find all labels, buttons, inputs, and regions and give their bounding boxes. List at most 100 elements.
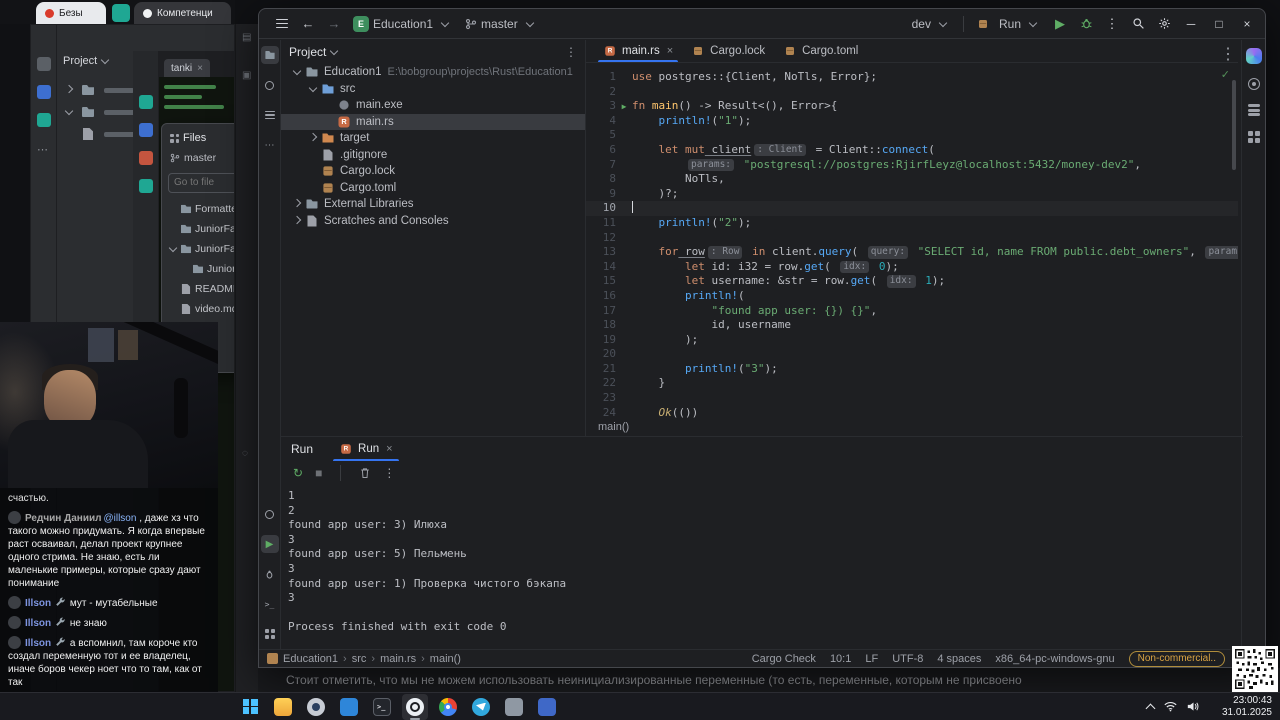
code-line[interactable]: 3 ▶ fn main() -> Result<(), Error>{ bbox=[586, 99, 1238, 114]
forward-button[interactable]: → bbox=[321, 13, 347, 35]
console-output[interactable]: 1 2 found app user: 3) Илюха 3 found app use… bbox=[281, 489, 1241, 651]
database-tool-icon[interactable] bbox=[1247, 104, 1260, 117]
code-line[interactable]: 16 println!( bbox=[586, 289, 1238, 304]
status-item[interactable]: 10:1 bbox=[830, 653, 851, 665]
maximize-button[interactable]: □ bbox=[1205, 11, 1233, 37]
volume-icon[interactable] bbox=[1187, 701, 1200, 712]
project-selector[interactable]: E Education1 bbox=[347, 13, 459, 35]
minimize-button[interactable]: ─ bbox=[1177, 11, 1205, 37]
code-line[interactable]: 7 params: "postgresql://postgres:RjirfLe… bbox=[586, 158, 1238, 173]
code-line[interactable]: 12 bbox=[586, 231, 1238, 246]
trash-icon[interactable] bbox=[359, 467, 371, 479]
chevron-right-icon[interactable] bbox=[308, 133, 318, 142]
start-icon[interactable] bbox=[237, 694, 263, 720]
terminal-icon[interactable] bbox=[369, 694, 395, 720]
services-tool-icon[interactable] bbox=[261, 625, 279, 643]
teal-tool-icon[interactable] bbox=[139, 179, 153, 193]
code-line[interactable]: 24 Ok(()) bbox=[586, 406, 1238, 419]
teal-app-icon[interactable] bbox=[112, 4, 130, 22]
grid-icon[interactable] bbox=[37, 57, 51, 71]
vcs-branch-selector[interactable]: master bbox=[459, 13, 544, 35]
status-item[interactable]: UTF-8 bbox=[892, 653, 923, 665]
notifications-icon[interactable] bbox=[1247, 78, 1260, 90]
tree-item[interactable]: Education1 E:\bobgroup\projects\Rust\Edu… bbox=[281, 64, 585, 81]
notepad-icon[interactable] bbox=[501, 694, 527, 720]
circle-icon[interactable]: ◌ bbox=[242, 448, 248, 459]
code-line[interactable]: 17 "found app user: {}) {}", bbox=[586, 304, 1238, 319]
run-tool-icon[interactable]: ▶ bbox=[260, 535, 279, 553]
browser-tab-2[interactable]: Компетенци bbox=[134, 2, 231, 24]
code-line[interactable]: 20 bbox=[586, 347, 1238, 362]
tray-chevron-icon[interactable] bbox=[1145, 703, 1156, 714]
breadcrumb-item[interactable]: Education1 bbox=[283, 653, 338, 665]
chrome-icon[interactable] bbox=[435, 694, 461, 720]
code-line[interactable]: 1 use postgres::{Client, NoTls, Error}; bbox=[586, 70, 1238, 85]
code-line[interactable]: 10 bbox=[586, 201, 1238, 216]
code-line[interactable]: 21 println!("3"); bbox=[586, 362, 1238, 377]
chevron-right-icon[interactable] bbox=[292, 215, 302, 224]
tree-item[interactable]: src bbox=[281, 81, 585, 98]
bg-editor-tab[interactable]: tanki × bbox=[164, 59, 210, 77]
explorer-icon[interactable] bbox=[270, 694, 296, 720]
project-tool-icon[interactable] bbox=[260, 46, 279, 64]
code-line[interactable]: 8 NoTls, bbox=[586, 172, 1238, 187]
code-line[interactable]: 13 for row: Row in client.query( query: … bbox=[586, 245, 1238, 260]
files-popup-item[interactable]: Formatter bbox=[168, 199, 234, 219]
more-icon[interactable]: ⋮ bbox=[383, 466, 395, 480]
close-icon[interactable]: × bbox=[197, 63, 203, 74]
teal-tool-icon[interactable] bbox=[37, 113, 51, 127]
run-tab[interactable]: Run × bbox=[331, 437, 401, 461]
folder-icon[interactable]: ▣ bbox=[242, 70, 251, 81]
tree-item[interactable]: .gitignore bbox=[281, 147, 585, 164]
wifi-icon[interactable] bbox=[1164, 701, 1177, 712]
structure-tool-icon[interactable] bbox=[261, 106, 279, 124]
tree-item[interactable]: External Libraries bbox=[281, 196, 585, 213]
run-button[interactable]: ▶ bbox=[1047, 13, 1073, 35]
bg-tree-row[interactable] bbox=[61, 105, 144, 119]
code-line[interactable]: 11 println!("2"); bbox=[586, 216, 1238, 231]
breadcrumb-item[interactable]: main() bbox=[430, 653, 461, 665]
back-button[interactable]: ← bbox=[295, 13, 321, 35]
tree-item[interactable]: Scratches and Consoles bbox=[281, 213, 585, 230]
stop-icon[interactable]: ■ bbox=[315, 466, 322, 480]
editor-tab[interactable]: Cargo.toml bbox=[774, 39, 867, 62]
telegram-icon[interactable] bbox=[468, 694, 494, 720]
breadcrumb-item[interactable]: main() bbox=[598, 421, 629, 433]
code-line[interactable]: 2 bbox=[586, 85, 1238, 100]
code-line[interactable]: 14 let id: i32 = row.get( idx: 0); bbox=[586, 260, 1238, 275]
files-popup-item[interactable]: JuniorFactory bbox=[168, 259, 234, 279]
code-line[interactable]: 9 )?; bbox=[586, 187, 1238, 202]
run-gutter-icon[interactable]: ▶ bbox=[622, 102, 627, 111]
status-item[interactable]: LF bbox=[865, 653, 878, 665]
chevron-down-icon[interactable] bbox=[292, 67, 302, 76]
code-line[interactable]: 5 bbox=[586, 128, 1238, 143]
blue-tool-icon[interactable] bbox=[139, 123, 153, 137]
breadcrumb-item[interactable]: src bbox=[352, 653, 367, 665]
main-menu-button[interactable] bbox=[269, 13, 295, 35]
terminal-tool-icon[interactable]: >_ bbox=[261, 595, 279, 613]
more-tools-icon[interactable]: ⋯ bbox=[261, 136, 279, 154]
code-area[interactable]: 1 use postgres::{Client, NoTls, Error}; 2 3… bbox=[586, 64, 1238, 419]
editor-breadcrumb[interactable]: main() bbox=[586, 419, 1238, 436]
files-popup-item[interactable]: JuniorFactory bbox=[168, 219, 234, 239]
grid-icon[interactable]: ▤ bbox=[242, 32, 251, 43]
code-line[interactable]: 18 id, username bbox=[586, 318, 1238, 333]
status-item[interactable]: 4 spaces bbox=[937, 653, 981, 665]
status-item[interactable]: Cargo Check bbox=[752, 653, 816, 665]
editor-tab[interactable]: main.rs × bbox=[594, 39, 682, 62]
search-everywhere-button[interactable] bbox=[1125, 13, 1151, 35]
chevron-down-icon[interactable] bbox=[308, 83, 318, 92]
problems-tool-icon[interactable] bbox=[261, 505, 279, 523]
editor-tab-menu-icon[interactable]: ⋮ bbox=[1220, 44, 1236, 64]
files-popup-item[interactable]: video.md bbox=[168, 299, 234, 319]
bg-tree-row[interactable] bbox=[61, 83, 134, 97]
more-icon[interactable]: ⋯ bbox=[37, 143, 51, 157]
files-popup-item[interactable]: JuniorFactory bbox=[168, 239, 234, 259]
code-line[interactable]: 6 let mut client: Client = Client::conne… bbox=[586, 143, 1238, 158]
run-configuration-selector[interactable]: Run bbox=[970, 13, 1047, 35]
files-popup-item[interactable]: README.md bbox=[168, 279, 234, 299]
red-tool-icon[interactable] bbox=[139, 151, 153, 165]
editor-scrollbar[interactable] bbox=[1232, 80, 1236, 170]
tree-item[interactable]: main.exe bbox=[281, 97, 585, 114]
ai-assistant-icon[interactable] bbox=[1245, 48, 1262, 64]
